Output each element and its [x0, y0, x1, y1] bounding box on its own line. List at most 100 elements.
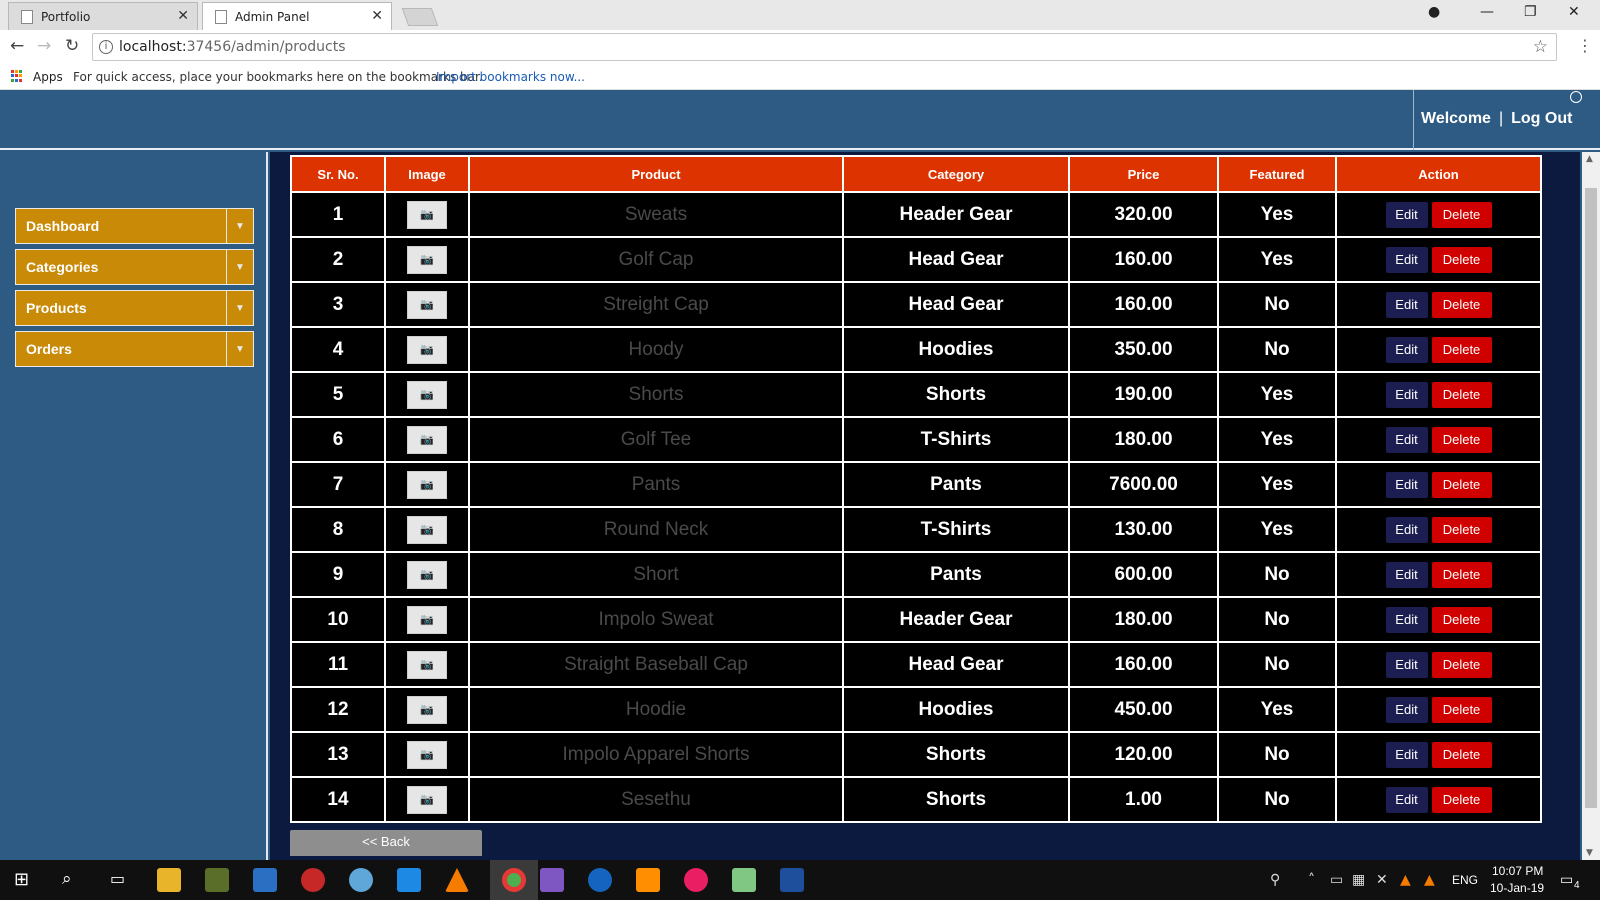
delete-button[interactable]: Delete — [1431, 246, 1492, 273]
sidebar-item-dashboard[interactable]: Dashboard ▼ — [15, 208, 254, 244]
info-icon[interactable]: i — [99, 40, 113, 54]
back-button[interactable]: << Back — [290, 830, 482, 856]
restore-icon[interactable]: ❐ — [1524, 4, 1537, 20]
delete-button[interactable]: Delete — [1431, 786, 1492, 813]
cell-image: 📷 — [384, 326, 470, 373]
delete-button[interactable]: Delete — [1431, 741, 1492, 768]
logout-link[interactable]: Log Out — [1511, 110, 1572, 127]
sidebar-item-products[interactable]: Products ▼ — [15, 290, 254, 326]
edit-button[interactable]: Edit — [1385, 696, 1428, 723]
scroll-thumb[interactable] — [1585, 188, 1597, 808]
scroll-down-icon[interactable]: ▼ — [1586, 848, 1593, 858]
new-tab-button[interactable] — [401, 8, 439, 26]
delete-button[interactable]: Delete — [1431, 696, 1492, 723]
edit-button[interactable]: Edit — [1385, 381, 1428, 408]
delete-button[interactable]: Delete — [1431, 381, 1492, 408]
page-scrollbar[interactable]: ▲ ▼ — [1582, 152, 1600, 860]
cell-category: Header Gear — [842, 191, 1070, 238]
file-explorer-icon[interactable] — [157, 868, 181, 892]
edit-button[interactable]: Edit — [1385, 516, 1428, 543]
vlc-tray-icon[interactable]: ▲ — [1400, 872, 1411, 888]
delete-button[interactable]: Delete — [1431, 516, 1492, 543]
edit-button[interactable]: Edit — [1385, 651, 1428, 678]
chrome-icon[interactable] — [502, 868, 526, 892]
sync-app-icon[interactable] — [397, 868, 421, 892]
people-icon[interactable]: ⚲ — [1270, 872, 1280, 888]
browser-menu-icon[interactable]: ⋮ — [1577, 36, 1593, 55]
edit-button[interactable]: Edit — [1385, 246, 1428, 273]
delete-button[interactable]: Delete — [1431, 606, 1492, 633]
address-bar[interactable]: i localhost: 37456/admin/products ☆ — [92, 33, 1557, 61]
edit-button[interactable]: Edit — [1385, 786, 1428, 813]
delete-button[interactable]: Delete — [1431, 561, 1492, 588]
visual-studio-icon[interactable] — [540, 868, 564, 892]
language-indicator[interactable]: ENG — [1452, 873, 1478, 887]
sublime-text-icon[interactable] — [636, 868, 660, 892]
delete-button[interactable]: Delete — [1431, 291, 1492, 318]
cell-action: Edit Delete — [1335, 596, 1542, 643]
edit-button[interactable]: Edit — [1385, 471, 1428, 498]
windows-start-icon[interactable]: ⊞ — [14, 869, 29, 890]
tools-app-icon[interactable] — [205, 868, 229, 892]
chevron-up-icon[interactable]: ˄ — [1308, 872, 1315, 888]
window-close-icon[interactable]: ✕ — [1568, 4, 1580, 20]
clock-time[interactable]: 10:07 PM — [1492, 864, 1543, 878]
edit-button[interactable]: Edit — [1385, 426, 1428, 453]
edit-button[interactable]: Edit — [1385, 561, 1428, 588]
battery-icon[interactable]: ▭ — [1330, 872, 1343, 888]
close-icon[interactable]: ✕ — [177, 8, 189, 24]
chevron-down-icon[interactable]: ▼ — [226, 250, 253, 284]
vlc-icon[interactable] — [445, 868, 469, 892]
delete-button[interactable]: Delete — [1431, 201, 1492, 228]
word-icon[interactable] — [780, 868, 804, 892]
notes-app-icon[interactable] — [732, 868, 756, 892]
edit-button[interactable]: Edit — [1385, 606, 1428, 633]
forward-arrow-icon[interactable]: → — [37, 36, 51, 56]
cell-price: 160.00 — [1068, 281, 1219, 328]
edit-button[interactable]: Edit — [1385, 336, 1428, 363]
minimize-icon[interactable]: — — [1480, 4, 1494, 20]
launcher-app-icon[interactable] — [588, 868, 612, 892]
notification-icon[interactable]: ▭ — [1560, 872, 1573, 888]
apps-link[interactable]: Apps — [33, 70, 63, 84]
clock-date[interactable]: 10-Jan-19 — [1490, 881, 1544, 895]
delete-button[interactable]: Delete — [1431, 471, 1492, 498]
search-icon[interactable]: ⌕ — [62, 869, 72, 889]
network-app-icon[interactable] — [349, 868, 373, 892]
back-arrow-icon[interactable]: ← — [10, 36, 24, 56]
tab-portfolio[interactable]: Portfolio ✕ — [8, 2, 198, 30]
task-view-icon[interactable]: ▭ — [110, 869, 125, 888]
welcome-link[interactable]: Welcome — [1421, 110, 1491, 127]
scroll-up-icon[interactable]: ▲ — [1586, 154, 1593, 164]
network-icon[interactable]: ▦ — [1352, 872, 1365, 888]
cell-action: Edit Delete — [1335, 551, 1542, 598]
sidebar-item-categories[interactable]: Categories ▼ — [15, 249, 254, 285]
itunes-icon[interactable] — [684, 868, 708, 892]
reload-icon[interactable]: ↻ — [65, 36, 79, 56]
delete-button[interactable]: Delete — [1431, 336, 1492, 363]
delete-button[interactable]: Delete — [1431, 651, 1492, 678]
chevron-down-icon[interactable]: ▼ — [226, 332, 253, 366]
tab-admin-panel[interactable]: Admin Panel ✕ — [202, 2, 392, 30]
chevron-down-icon[interactable]: ▼ — [226, 291, 253, 325]
cell-image: 📷 — [384, 371, 470, 418]
edit-button[interactable]: Edit — [1385, 201, 1428, 228]
edit-button[interactable]: Edit — [1385, 741, 1428, 768]
import-bookmarks-link[interactable]: Import bookmarks now... — [436, 70, 585, 84]
edit-button[interactable]: Edit — [1385, 291, 1428, 318]
bookmark-star-icon[interactable]: ☆ — [1533, 37, 1548, 57]
vlc-tray-icon-2[interactable]: ▲ — [1424, 872, 1435, 888]
sidebar-item-orders[interactable]: Orders ▼ — [15, 331, 254, 367]
chevron-down-icon[interactable]: ▼ — [226, 209, 253, 243]
volume-muted-icon[interactable]: ✕ — [1376, 872, 1388, 888]
store-icon[interactable] — [253, 868, 277, 892]
cell-image: 📷 — [384, 776, 470, 823]
apps-grid-icon[interactable] — [11, 70, 23, 82]
cell-featured: Yes — [1217, 416, 1337, 463]
profile-icon[interactable]: ● — [1428, 4, 1440, 20]
delete-button[interactable]: Delete — [1431, 426, 1492, 453]
cell-sr-no: 6 — [290, 416, 386, 463]
product-image-placeholder-icon: 📷 — [407, 200, 447, 229]
media-app-icon[interactable] — [301, 868, 325, 892]
close-icon[interactable]: ✕ — [371, 8, 383, 24]
